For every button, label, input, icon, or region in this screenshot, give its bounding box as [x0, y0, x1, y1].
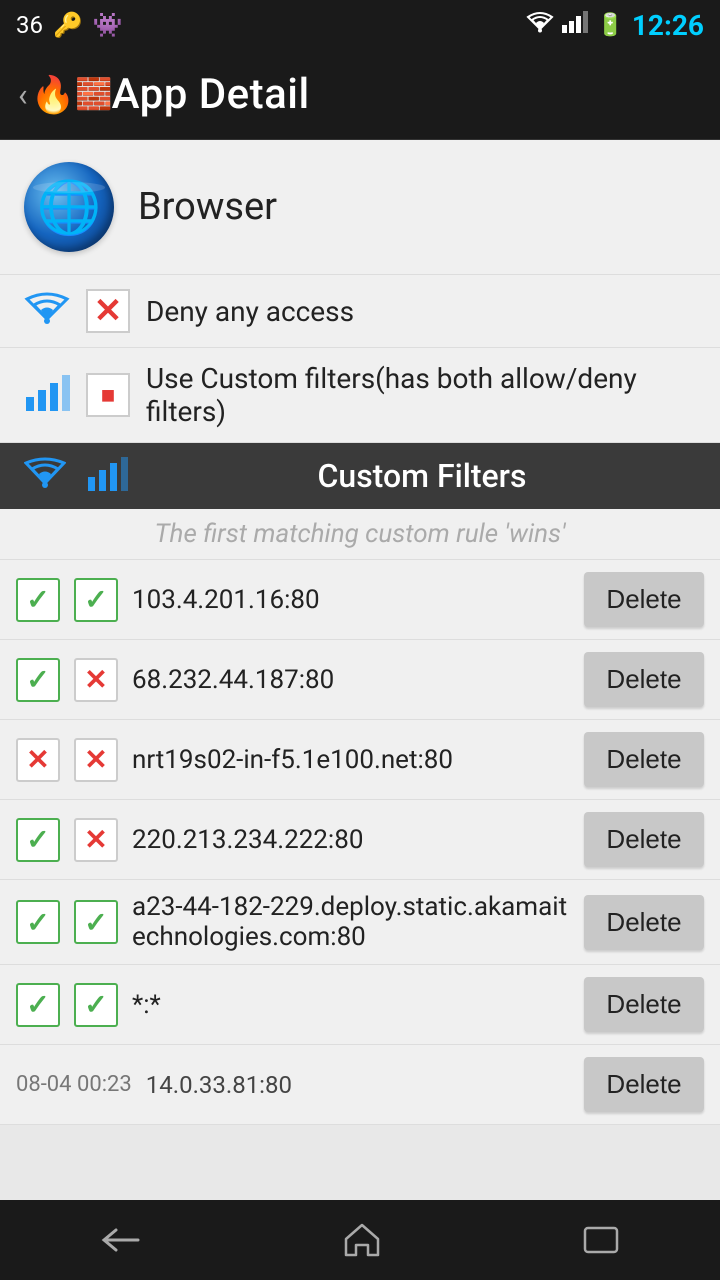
data-checkbox-1[interactable]: ✕: [74, 658, 118, 702]
battery-num-icon: 36: [16, 11, 43, 39]
app-title: App Detail: [112, 70, 310, 119]
filter-rows-container: ✓ ✓ 103.4.201.16:80 Delete ✓ ✕ 68.232.44.187:8…: [0, 560, 720, 1045]
battery-icon: 🔋: [596, 13, 623, 38]
custom-filter-label: Use Custom filters(has both allow/deny f…: [146, 362, 696, 428]
back-button[interactable]: ‹: [18, 76, 28, 114]
data-checkbox-4[interactable]: ✓: [74, 900, 118, 944]
hint-text: The first matching custom rule 'wins': [0, 509, 720, 560]
brick-icon: 🧱: [75, 77, 112, 112]
status-right: 🔋 12:26: [526, 9, 704, 42]
back-nav-button[interactable]: [71, 1215, 171, 1265]
x-mark-icon: ✕: [94, 291, 123, 331]
app-logo: 🔥 🧱: [46, 69, 98, 121]
data-checkbox-3[interactable]: ✕: [74, 818, 118, 862]
deny-access-row[interactable]: ✕ Deny any access: [0, 275, 720, 348]
wifi-checkbox-2[interactable]: ✕: [16, 738, 60, 782]
header-wifi-icon: [24, 457, 66, 495]
wifi-checkbox-5[interactable]: ✓: [16, 983, 60, 1027]
custom-filter-row[interactable]: ■ Use Custom filters(has both allow/deny…: [0, 348, 720, 443]
browser-icon: 🌐: [24, 162, 114, 252]
wifi-checkbox-4[interactable]: ✓: [16, 900, 60, 944]
delete-button-0[interactable]: Delete: [584, 572, 704, 627]
browser-name: Browser: [138, 185, 277, 229]
status-time: 12:26: [632, 9, 704, 42]
filters-title: Custom Filters: [148, 457, 696, 495]
filter-row: ✓ ✓ 103.4.201.16:80 Delete: [0, 560, 720, 640]
partial-row: 08-04 00:23 14.0.33.81:80 Delete: [0, 1045, 720, 1125]
signal-icon: [24, 375, 70, 415]
filter-row: ✓ ✕ 220.213.234.222:80 Delete: [0, 800, 720, 880]
partial-address: 14.0.33.81:80: [146, 1071, 570, 1099]
delete-button-5[interactable]: Delete: [584, 977, 704, 1032]
data-checkbox-0[interactable]: ✓: [74, 578, 118, 622]
wifi-checkbox-3[interactable]: ✓: [16, 818, 60, 862]
filter-address-0: 103.4.201.16:80: [132, 585, 570, 615]
delete-button-4[interactable]: Delete: [584, 895, 704, 950]
home-nav-button[interactable]: [314, 1213, 410, 1267]
flame-icon: 🔥: [31, 74, 76, 116]
partial-delete-button[interactable]: Delete: [584, 1057, 704, 1112]
custom-filters-header: Custom Filters: [0, 443, 720, 509]
delete-button-3[interactable]: Delete: [584, 812, 704, 867]
recents-nav-button[interactable]: [553, 1216, 649, 1264]
key-icon: 🔑: [53, 11, 83, 39]
android-icon: 👾: [93, 11, 123, 39]
filter-row: ✕ ✕ nrt19s02-in-f5.1e100.net:80 Delete: [0, 720, 720, 800]
filter-address-1: 68.232.44.187:80: [132, 665, 570, 695]
delete-button-1[interactable]: Delete: [584, 652, 704, 707]
custom-data-checkbox[interactable]: ■: [86, 373, 130, 417]
globe-icon: 🌐: [37, 177, 102, 238]
filter-row: ✓ ✓ a23-44-182-229.deploy.static.akamaitec…: [0, 880, 720, 965]
wifi-checkbox-1[interactable]: ✓: [16, 658, 60, 702]
status-bar: 36 🔑 👾 🔋 12:26: [0, 0, 720, 50]
content-area: 🌐 Browser ✕ Deny any access: [0, 140, 720, 1125]
data-checkbox-2[interactable]: ✕: [74, 738, 118, 782]
dot-icon: ■: [101, 381, 116, 410]
filter-address-2: nrt19s02-in-f5.1e100.net:80: [132, 745, 570, 775]
header-signal-icon: [86, 457, 128, 495]
data-checkbox-5[interactable]: ✓: [74, 983, 118, 1027]
filter-address-5: *:*: [132, 990, 570, 1020]
signal-status-icon: [562, 11, 588, 39]
app-bar: ‹ 🔥 🧱 App Detail: [0, 50, 720, 140]
deny-wifi-checkbox[interactable]: ✕: [86, 289, 130, 333]
filter-address-3: 220.213.234.222:80: [132, 825, 570, 855]
wifi-checkbox-0[interactable]: ✓: [16, 578, 60, 622]
wifi-icon: [24, 291, 70, 331]
partial-date: 08-04 00:23: [16, 1072, 132, 1097]
wifi-status-icon: [526, 11, 554, 39]
filter-row: ✓ ✕ 68.232.44.187:80 Delete: [0, 640, 720, 720]
browser-row: 🌐 Browser: [0, 140, 720, 275]
filter-row: ✓ ✓ *:* Delete: [0, 965, 720, 1045]
nav-bar: [0, 1200, 720, 1280]
deny-access-label: Deny any access: [146, 295, 696, 328]
delete-button-2[interactable]: Delete: [584, 732, 704, 787]
filter-address-4: a23-44-182-229.deploy.static.akamaitechn…: [132, 892, 570, 952]
status-left: 36 🔑 👾: [16, 11, 123, 39]
